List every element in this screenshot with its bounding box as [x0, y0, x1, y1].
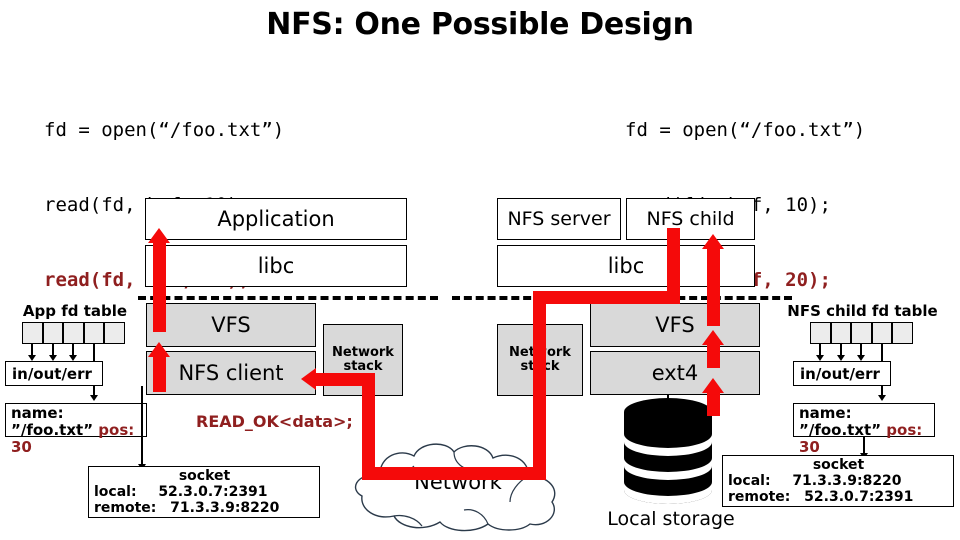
server-code-line-1: fd = open(“/foo.txt”)	[625, 119, 866, 141]
red-flow-disk-to-ext4-arrowhead	[702, 378, 724, 393]
server-in-out-err-label: in/out/err	[800, 364, 880, 383]
client-socket-title: socket	[178, 468, 231, 484]
server-socket-remote-value: 52.3.0.7:2391	[804, 489, 914, 505]
server-fd-ptr-3-arrow	[878, 395, 886, 401]
client-fd-cell-1	[42, 322, 63, 344]
ext4-box: ext4	[590, 351, 760, 395]
red-flow-vfs-to-application-arrowhead	[148, 228, 170, 243]
red-flow-ext4-to-vfs-arrowhead	[702, 330, 724, 345]
red-flow-to-nfs-client-shaft	[316, 373, 375, 386]
red-flow-vfs-to-application-shaft	[153, 242, 166, 332]
server-fd-table	[810, 322, 913, 344]
red-flow-nfs-client-to-vfs-shaft	[153, 356, 166, 392]
nfs-server-box: NFS server	[497, 198, 621, 240]
nfs-child-label: NFS child	[646, 208, 735, 230]
client-fd-table-title: App fd table	[22, 302, 128, 320]
server-fd-cell-0	[810, 322, 831, 344]
client-network-stack-label-line2: stack	[343, 359, 383, 374]
client-fd-table	[22, 322, 125, 344]
client-libc-label: libc	[257, 254, 295, 278]
client-vfs-box: VFS	[146, 303, 316, 347]
server-socket-remote-label: remote:	[728, 489, 791, 505]
red-flow-across-network-shaft	[362, 467, 546, 480]
ext4-label: ext4	[651, 361, 699, 385]
slide-canvas: NFS: One Possible Design fd = open(“/foo…	[0, 0, 960, 540]
client-socket-remote-label: remote:	[94, 500, 157, 516]
server-file-entry-box: name: ”/foo.txt” pos: 30	[793, 403, 935, 456]
client-fd-cell-0	[22, 322, 43, 344]
application-box: Application	[145, 198, 407, 240]
nfs-client-label: NFS client	[178, 361, 284, 385]
client-libc-box: libc	[145, 245, 407, 287]
client-socket-remote-value: 71.3.3.9:8220	[170, 500, 280, 516]
server-vfs-box: VFS	[590, 303, 760, 347]
client-socket-local-label: local:	[94, 484, 137, 500]
nfs-client-box: NFS client	[146, 351, 316, 395]
client-socket-ptr-line	[141, 386, 143, 466]
client-fd-cell-3	[83, 322, 104, 344]
server-fd-cell-4	[892, 322, 913, 344]
client-vfs-label: VFS	[211, 313, 251, 337]
server-in-out-err-box: in/out/err	[793, 361, 891, 386]
client-socket-box: socket local: 52.3.0.7:2391 remote: 71.3…	[88, 466, 320, 518]
client-fd-cell-2	[63, 322, 84, 344]
server-vfs-label: VFS	[655, 313, 695, 337]
client-code-line-1: fd = open(“/foo.txt”)	[44, 119, 285, 141]
red-flow-vfs-to-nfs-child-arrowhead	[702, 234, 724, 249]
red-flow-disk-to-ext4-shaft	[707, 392, 720, 416]
client-in-out-err-label: in/out/err	[12, 364, 92, 383]
red-flow-to-nfs-client-arrowhead	[301, 368, 316, 390]
server-fd-cell-2	[851, 322, 872, 344]
red-flow-client-network-stack-up-shaft	[362, 373, 375, 480]
client-fd-ptr-3-arrow	[90, 395, 98, 401]
red-flow-server-network-stack-down-shaft	[533, 291, 546, 480]
server-fd-cell-1	[830, 322, 851, 344]
server-fd-cell-3	[871, 322, 892, 344]
server-socket-local-value: 71.3.3.9:8220	[792, 473, 902, 489]
server-socket-local-label: local:	[728, 473, 771, 489]
client-socket-local-value: 52.3.0.7:2391	[158, 484, 268, 500]
red-flow-vfs-to-nfs-child-shaft	[707, 248, 720, 326]
server-socket-title: socket	[812, 457, 865, 473]
client-in-out-err-box: in/out/err	[5, 361, 103, 386]
local-storage-disk-icon	[624, 398, 712, 506]
client-kernel-boundary	[138, 296, 438, 300]
local-storage-label: Local storage	[607, 508, 735, 530]
read-ok-message-label: READ_OK<data>;	[196, 412, 353, 431]
red-flow-nfs-client-to-vfs-arrowhead	[148, 342, 170, 357]
nfs-server-label: NFS server	[507, 208, 611, 230]
server-socket-box: socket local: 71.3.3.9:8220 remote: 52.3…	[722, 455, 954, 507]
slide-title: NFS: One Possible Design	[266, 7, 694, 42]
server-file-entry-name: name: ”/foo.txt”	[799, 404, 882, 439]
client-network-stack-label-line1: Network	[332, 345, 394, 360]
red-flow-ext4-to-vfs-shaft	[707, 344, 720, 368]
server-fd-table-title: NFS child fd table	[787, 302, 938, 320]
server-libc-label: libc	[607, 254, 645, 278]
nfs-child-box: NFS child	[626, 198, 755, 240]
client-file-entry-box: name: ”/foo.txt” pos: 30	[5, 403, 147, 456]
red-flow-server-horizontal-jog	[533, 291, 680, 304]
application-label: Application	[217, 207, 335, 231]
client-file-entry-name: name: ”/foo.txt”	[11, 404, 94, 439]
client-fd-cell-4	[104, 322, 125, 344]
